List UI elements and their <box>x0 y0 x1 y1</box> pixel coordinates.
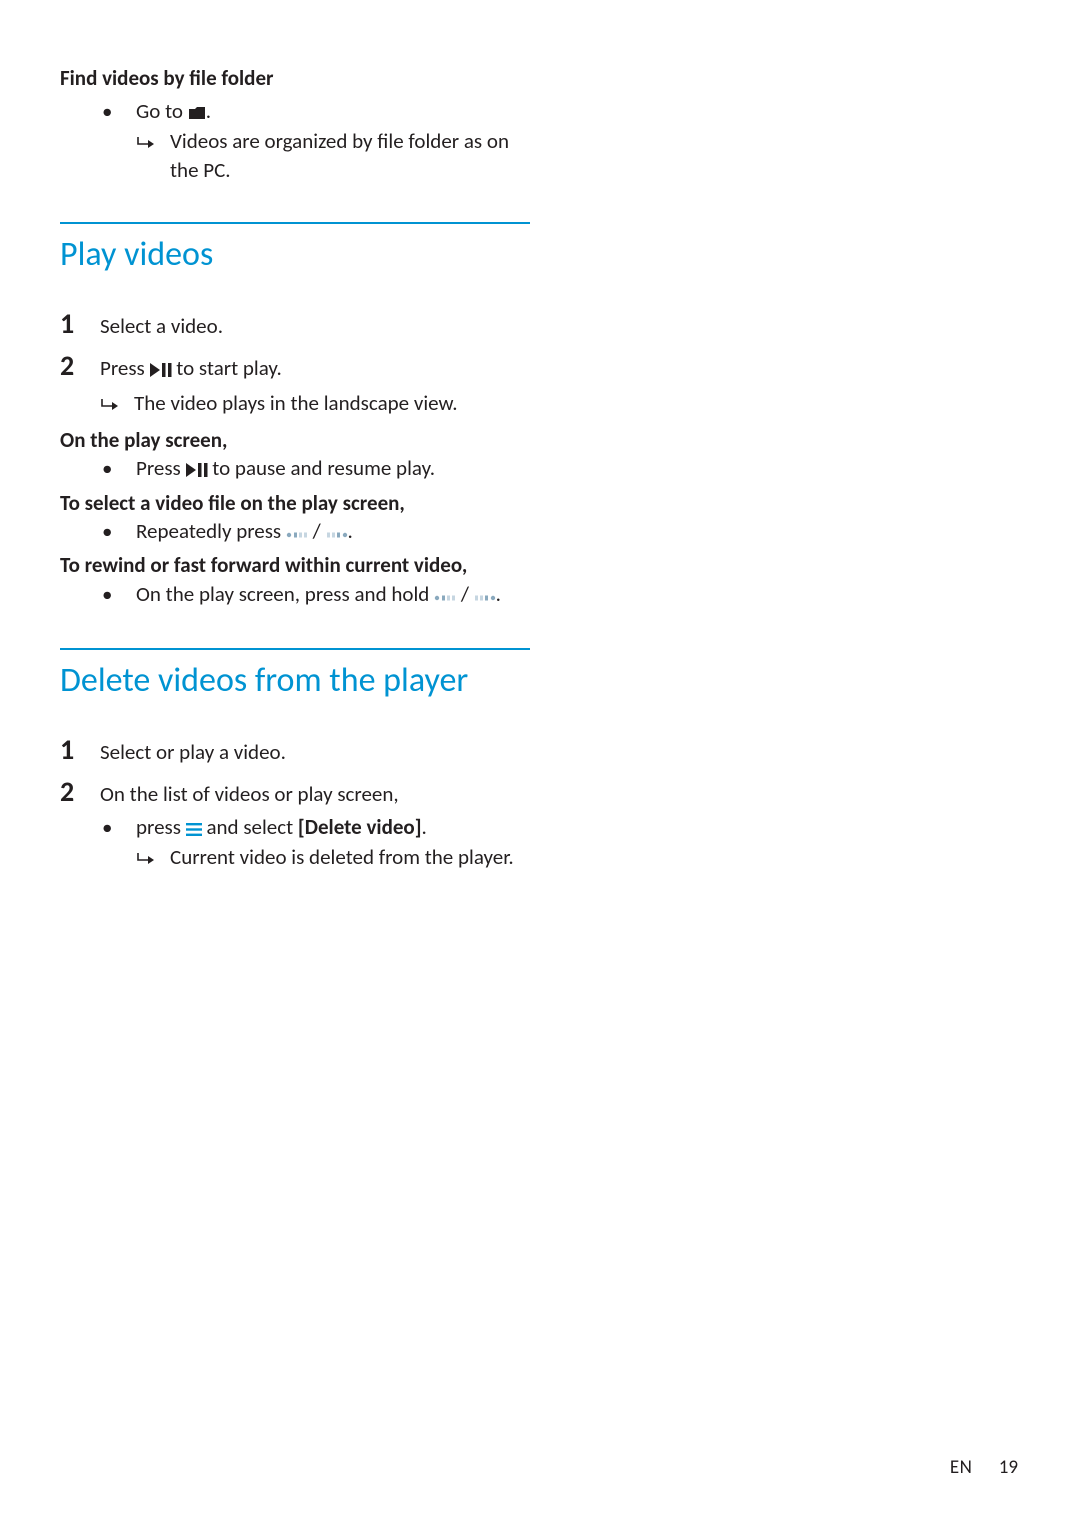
on-play-bullet-text: Press to pause and resume play. <box>136 454 435 484</box>
play-pause-icon <box>186 456 208 484</box>
bullet-dot-icon: • <box>102 813 136 841</box>
rewind-bullet-text: On the play screen, press and hold / . <box>136 580 501 610</box>
section1-title: Play videos <box>60 234 530 275</box>
bullet-dot-icon: • <box>102 454 136 482</box>
result-arrow-icon <box>136 843 170 874</box>
result-arrow-icon <box>136 127 170 158</box>
select-file-bullet-text: Repeatedly press / . <box>136 517 353 547</box>
intro-result: Videos are organized by file folder as o… <box>136 127 530 184</box>
step-1b: 1 Select or play a video. <box>60 729 530 771</box>
play-pause-icon <box>150 355 172 387</box>
step-number: 2 <box>60 771 100 813</box>
footer-lang: EN <box>950 1456 973 1479</box>
section2-title: Delete videos from the player <box>60 660 530 701</box>
on-play-bullet: • Press to pause and resume play. <box>102 454 530 484</box>
menu-icon <box>186 815 202 843</box>
step-number: 2 <box>60 345 100 387</box>
bullet-dot-icon: • <box>102 580 136 608</box>
select-file-label: To select a video file on the play scree… <box>60 489 530 517</box>
page-footer: EN 19 <box>950 1456 1018 1479</box>
footer-page: 19 <box>999 1456 1018 1479</box>
delete-bullet: • press and select [Delete video]. <box>102 813 530 843</box>
select-file-bullet: • Repeatedly press / . <box>102 517 530 547</box>
bullet-dot-icon: • <box>102 517 136 545</box>
step-text: Select a video. <box>100 311 530 343</box>
bullet-dot-icon: • <box>102 97 136 125</box>
next-dots-icon <box>326 519 348 547</box>
section-divider <box>60 222 530 224</box>
prev-dots-icon <box>286 519 308 547</box>
step-text: Select or play a video. <box>100 737 530 769</box>
prev-dots-icon <box>434 582 456 610</box>
on-play-screen-label: On the play screen, <box>60 426 530 454</box>
rewind-bullet: • On the play screen, press and hold / . <box>102 580 530 610</box>
step-text: Press to start play. The video plays in … <box>100 353 530 420</box>
step-text: On the list of videos or play screen, <box>100 779 530 811</box>
intro-heading: Find videos by file folder <box>60 65 530 91</box>
step-2-result: The video plays in the landscape view. <box>100 389 530 420</box>
step-2-result-text: The video plays in the landscape view. <box>134 389 458 417</box>
delete-result-text: Current video is deleted from the player… <box>170 843 514 871</box>
folder-icon <box>188 99 206 127</box>
delete-bullet-text: press and select [Delete video]. <box>136 813 427 843</box>
intro-result-text: Videos are organized by file folder as o… <box>170 127 530 184</box>
result-arrow-icon <box>100 389 134 420</box>
step-number: 1 <box>60 303 100 345</box>
delete-result: Current video is deleted from the player… <box>136 843 530 874</box>
step-2: 2 Press to start play. The video plays i… <box>60 345 530 420</box>
step-number: 1 <box>60 729 100 771</box>
step-1: 1 Select a video. <box>60 303 530 345</box>
rewind-label: To rewind or fast forward within current… <box>60 551 530 579</box>
next-dots-icon <box>474 582 496 610</box>
delete-option: [Delete video] <box>298 814 422 840</box>
intro-bullet-text: Go to . <box>136 97 211 127</box>
intro-bullet: • Go to . <box>102 97 530 127</box>
section-divider <box>60 648 530 650</box>
step-2b: 2 On the list of videos or play screen, <box>60 771 530 813</box>
manual-page: Find videos by file folder • Go to . Vid… <box>0 0 590 925</box>
